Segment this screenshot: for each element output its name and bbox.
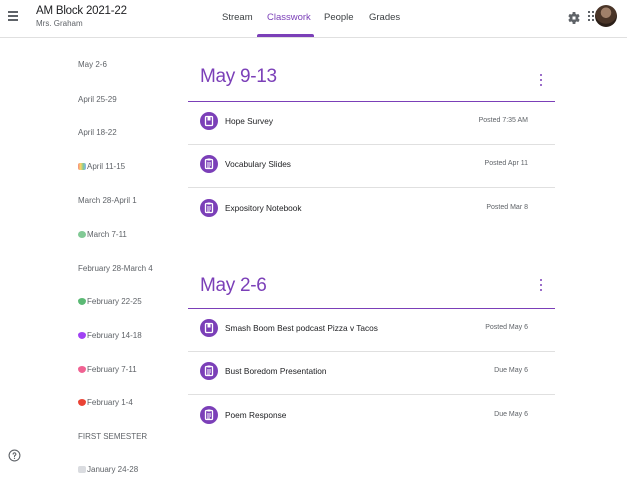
classwork-item[interactable]: Smash Boom Best podcast Pizza v Tacos Po…: [188, 309, 555, 352]
classwork-item[interactable]: Poem Response Due May 6: [188, 396, 555, 439]
sidebar-item-january-24-28[interactable]: January 24-28: [78, 465, 138, 474]
sidebar-item-label: FIRST SEMESTER: [78, 432, 148, 441]
tab-classwork[interactable]: Classwork: [267, 12, 311, 23]
sidebar-item-label: March 28-April 1: [78, 196, 137, 205]
item-posted-date: Posted Mar 8: [486, 204, 528, 211]
top-app-bar: AM Block 2021-22 Mrs. Graham Stream Clas…: [0, 0, 627, 38]
sidebar-item-first-semester[interactable]: FIRST SEMESTER: [78, 432, 147, 441]
assignment-icon: [200, 155, 218, 173]
cupid-heart-icon: [78, 366, 86, 373]
item-posted-date: Posted 7:35 AM: [478, 117, 528, 124]
gear-icon[interactable]: [566, 10, 582, 26]
sidebar-item-march-7-11[interactable]: March 7-11: [78, 230, 127, 239]
help-icon[interactable]: [8, 449, 21, 462]
item-title: Expository Notebook: [225, 203, 302, 213]
item-due-date: Due May 6: [494, 367, 528, 374]
item-title: Poem Response: [225, 410, 287, 420]
sidebar-item-february-1-4[interactable]: February 1-4: [78, 398, 133, 407]
sidebar-item-label: May 2-6: [78, 60, 107, 69]
sidebar-item-label: April 18-22: [78, 128, 117, 137]
form-icon: [200, 319, 218, 337]
classwork-item[interactable]: Expository Notebook Posted Mar 8: [188, 189, 555, 232]
sidebar-item-february-7-11[interactable]: February 7-11: [78, 365, 137, 374]
topic-title: May 9-13: [200, 66, 277, 87]
assignment-icon: [200, 199, 218, 217]
item-title: Bust Boredom Presentation: [225, 366, 327, 376]
tab-grades[interactable]: Grades: [369, 12, 400, 23]
form-icon: [200, 112, 218, 130]
item-posted-date: Posted Apr 11: [484, 160, 528, 167]
item-title: Vocabulary Slides: [225, 159, 291, 169]
sidebar-item-march-28-april-1[interactable]: March 28-April 1: [78, 196, 137, 205]
item-posted-date: Posted May 6: [485, 324, 528, 331]
classwork-item[interactable]: Hope Survey Posted 7:35 AM: [188, 102, 555, 145]
sidebar-item-label: January 24-28: [87, 465, 139, 474]
sidebar-item-label: February 1-4: [87, 398, 133, 407]
green-heart-icon: [78, 298, 86, 305]
item-title: Hope Survey: [225, 116, 273, 126]
sidebar-item-label: February 28-March 4: [78, 264, 153, 273]
sidebar-item-label: April 11-15: [87, 162, 126, 171]
hamburger-menu-icon[interactable]: [6, 9, 22, 23]
sidebar-item-label: February 22-25: [87, 297, 142, 306]
rainbow-cloud-icon: [78, 163, 86, 170]
tab-stream[interactable]: Stream: [222, 12, 253, 23]
avatar[interactable]: [595, 5, 617, 27]
sidebar-item-label: February 14-18: [87, 331, 142, 340]
sidebar-item-april-25-29[interactable]: April 25-29: [78, 95, 117, 104]
purple-heart-icon: [78, 332, 86, 339]
assignment-icon: [200, 362, 218, 380]
sidebar-item-label: February 7-11: [87, 365, 137, 374]
class-title[interactable]: AM Block 2021-22: [36, 5, 127, 17]
item-due-date: Due May 6: [494, 411, 528, 418]
sidebar-item-may-2-6[interactable]: May 2-6: [78, 60, 107, 69]
classwork-item[interactable]: Vocabulary Slides Posted Apr 11: [188, 145, 555, 188]
teacher-name: Mrs. Graham: [36, 19, 83, 28]
item-title: Smash Boom Best podcast Pizza v Tacos: [225, 323, 378, 333]
sidebar-item-label: April 25-29: [78, 95, 117, 104]
sidebar-item-april-18-22[interactable]: April 18-22: [78, 128, 117, 137]
sidebar-item-february-14-18[interactable]: February 14-18: [78, 331, 142, 340]
assignment-icon: [200, 406, 218, 424]
more-options-icon[interactable]: [538, 74, 544, 86]
sidebar-item-february-22-25[interactable]: February 22-25: [78, 297, 142, 306]
sidebar-item-label: March 7-11: [87, 230, 127, 239]
classwork-item[interactable]: Bust Boredom Presentation Due May 6: [188, 352, 555, 395]
calendar-icon: [78, 466, 86, 473]
clover-icon: [78, 231, 86, 238]
active-tab-indicator: [257, 34, 314, 37]
more-options-icon[interactable]: [538, 279, 544, 291]
sidebar-item-april-11-15[interactable]: April 11-15: [78, 162, 125, 171]
tab-people[interactable]: People: [324, 12, 354, 23]
sidebar-item-february-28-march-4[interactable]: February 28-March 4: [78, 264, 153, 273]
red-heart-icon: [78, 399, 86, 406]
topic-title: May 2-6: [200, 275, 267, 296]
